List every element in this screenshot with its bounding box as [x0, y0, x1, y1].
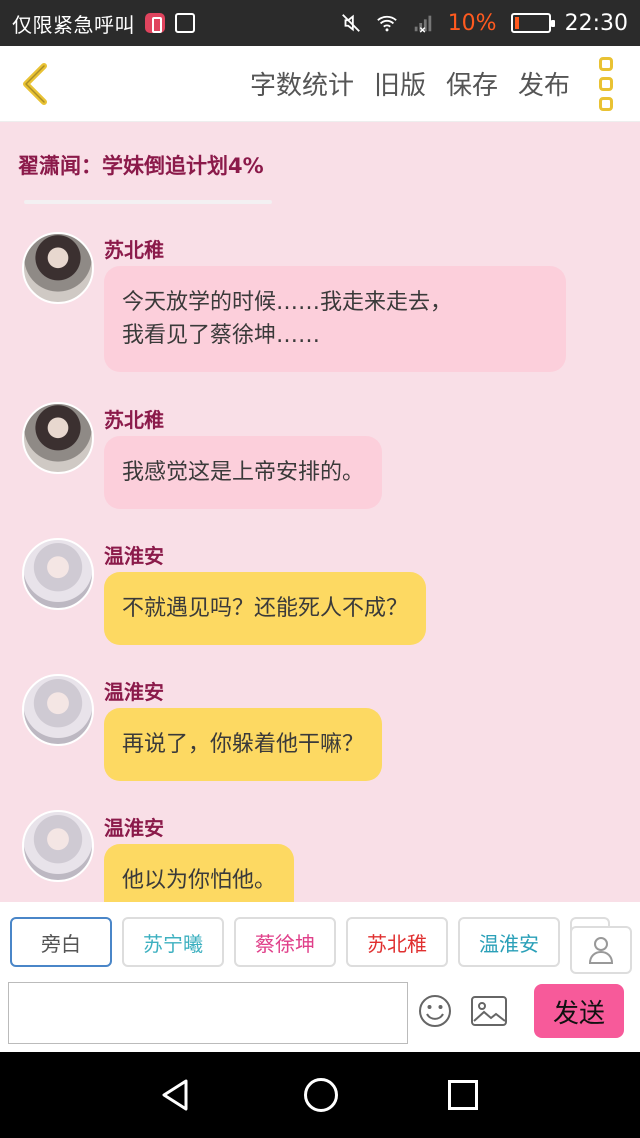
chat-message: 温淮安 不就遇见吗？还能死人不成？ — [22, 538, 622, 648]
person-icon[interactable] — [570, 926, 632, 974]
chat-message: 温淮安 再说了，你躲着他干嘛？ — [22, 674, 622, 784]
chat-message: 苏北稚 我感觉这是上帝安排的。 — [22, 402, 622, 512]
avatar[interactable] — [22, 402, 94, 474]
avatar[interactable] — [22, 810, 94, 882]
smiley-icon[interactable] — [418, 994, 452, 1028]
message-bubble[interactable]: 再说了，你躲着他干嘛？ — [104, 708, 383, 781]
carrier-text: 仅限紧急呼叫 — [12, 12, 135, 37]
nav-back-icon[interactable] — [160, 1078, 190, 1112]
character-chip-cai-xukun[interactable]: 蔡徐坤 — [234, 917, 336, 967]
status-bar: 仅限紧急呼叫 10% 22:30 — [0, 0, 640, 46]
message-bubble[interactable]: 不就遇见吗？还能死人不成？ — [104, 572, 427, 645]
top-toolbar: 字数统计 旧版 保存 发布 — [0, 46, 640, 122]
nav-recent-icon[interactable] — [448, 1080, 478, 1110]
message-input[interactable] — [8, 982, 408, 1044]
app-notification-icon — [145, 13, 165, 33]
chat-area[interactable]: 苏北稚 今天放学的时候……我走来走去， 我看见了蔡徐坤…… 苏北稚 我感觉这是上… — [0, 204, 640, 904]
image-icon[interactable] — [470, 994, 508, 1028]
message-bubble[interactable]: 我感觉这是上帝安排的。 — [104, 436, 383, 509]
character-chip-wen-huaian[interactable]: 温淮安 — [458, 917, 560, 967]
system-nav-bar — [0, 1052, 640, 1138]
chat-message: 温淮安 他以为你怕他。 — [22, 810, 622, 904]
chevron-left-icon — [23, 62, 47, 105]
character-chip-su-ningxi[interactable]: 苏宁曦 — [122, 917, 224, 967]
old-version-button[interactable]: 旧版 — [374, 65, 426, 102]
battery-percent: 10% — [447, 10, 497, 36]
sender-name: 苏北稚 — [104, 408, 164, 432]
clock: 22:30 — [564, 10, 628, 36]
battery-icon — [510, 13, 555, 33]
avatar[interactable] — [22, 674, 94, 746]
character-chip-narration[interactable]: 旁白 — [10, 917, 112, 967]
save-button[interactable]: 保存 — [446, 65, 498, 102]
character-selector: 旁白 苏宁曦 蔡徐坤 苏北稚 温淮安 — [0, 902, 640, 982]
chat-message: 苏北稚 今天放学的时候……我走来走去， 我看见了蔡徐坤…… — [22, 232, 622, 382]
signal-icon — [414, 15, 431, 33]
input-bar: 发送 — [0, 982, 640, 1052]
avatar[interactable] — [22, 538, 94, 610]
publish-button[interactable]: 发布 — [518, 65, 570, 102]
mute-icon — [341, 14, 360, 32]
sender-name: 苏北稚 — [104, 238, 164, 262]
message-bubble[interactable]: 他以为你怕他。 — [104, 844, 295, 904]
avatar[interactable] — [22, 232, 94, 304]
send-button[interactable]: 发送 — [534, 984, 624, 1038]
word-count-button[interactable]: 字数统计 — [250, 65, 354, 102]
message-bubble[interactable]: 今天放学的时候……我走来走去， 我看见了蔡徐坤…… — [104, 266, 566, 372]
screenshot-notification-icon — [175, 13, 195, 33]
sender-name: 温淮安 — [104, 680, 164, 704]
story-title: 翟潇闻：学妹倒追计划4% — [0, 122, 640, 200]
back-button[interactable] — [0, 46, 70, 122]
sender-name: 温淮安 — [104, 816, 164, 840]
wifi-icon — [376, 15, 397, 32]
more-vertical-icon[interactable] — [588, 54, 624, 114]
character-chip-su-beizhi[interactable]: 苏北稚 — [346, 917, 448, 967]
nav-home-icon[interactable] — [304, 1078, 338, 1112]
sender-name: 温淮安 — [104, 544, 164, 568]
